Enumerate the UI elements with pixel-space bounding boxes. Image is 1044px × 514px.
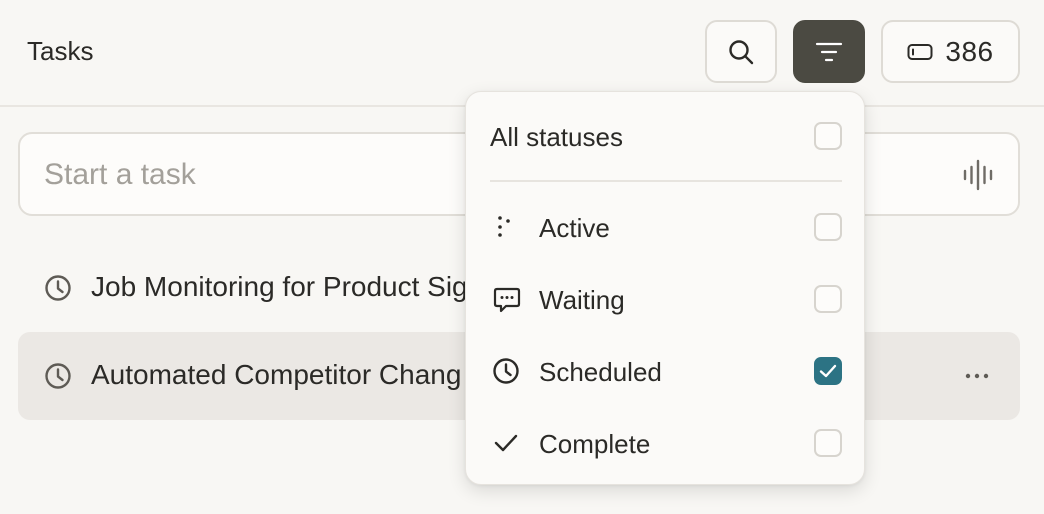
dots-icon (498, 216, 510, 237)
status-checkbox-complete[interactable] (814, 429, 842, 457)
chat-bubble-icon (493, 287, 521, 313)
filter-icon (815, 42, 843, 61)
credits-button[interactable]: 386 (881, 20, 1020, 83)
credits-count: 386 (945, 35, 994, 67)
status-option-all[interactable]: All statuses (466, 106, 866, 166)
task-title: Job Monitoring for Product Sig (91, 271, 468, 302)
status-checkbox-waiting[interactable] (814, 285, 842, 313)
status-option-waiting[interactable]: Waiting (466, 269, 866, 329)
status-option-label: Active (539, 213, 610, 243)
filter-button[interactable] (793, 20, 865, 83)
search-button[interactable] (705, 20, 777, 83)
dropdown-divider (490, 180, 842, 182)
status-checkbox-all[interactable] (814, 122, 842, 150)
checkmark-icon (819, 364, 837, 378)
page-title: Tasks (27, 36, 94, 66)
status-checkbox-active[interactable] (814, 213, 842, 241)
status-checkbox-scheduled[interactable] (814, 357, 842, 385)
status-filter-dropdown: All statuses Active Waiting Scheduled Co… (465, 91, 865, 485)
checkmark-icon (494, 434, 518, 452)
status-option-label: Waiting (539, 285, 625, 315)
search-icon (729, 39, 754, 64)
clock-icon (493, 358, 519, 384)
clock-icon (45, 275, 71, 301)
voice-waveform-icon[interactable] (962, 158, 994, 192)
battery-icon (907, 43, 933, 60)
task-title: Automated Competitor Chang (91, 359, 462, 390)
status-option-label: All statuses (490, 122, 623, 152)
status-option-label: Scheduled (539, 357, 662, 387)
status-option-active[interactable]: Active (466, 197, 866, 257)
status-option-complete[interactable]: Complete (466, 413, 866, 473)
more-options-icon[interactable] (964, 372, 990, 380)
status-option-label: Complete (539, 429, 651, 459)
clock-icon (45, 363, 71, 389)
status-option-scheduled[interactable]: Scheduled (466, 341, 866, 401)
